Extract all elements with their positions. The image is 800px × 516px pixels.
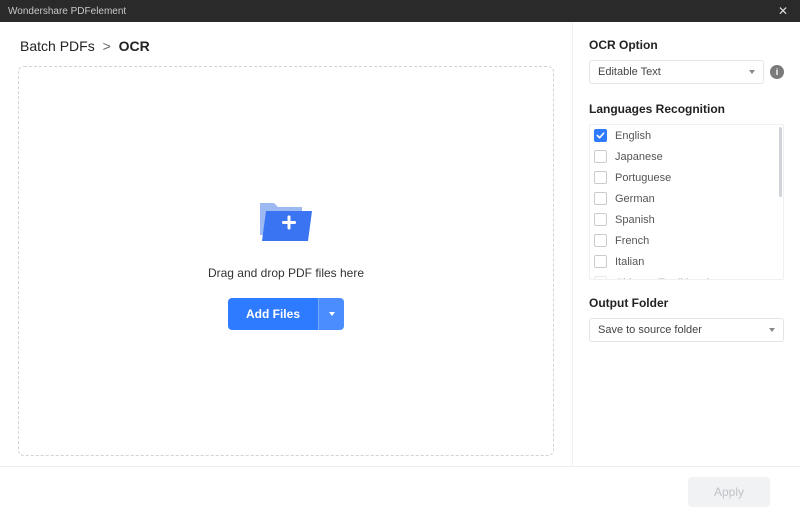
language-item[interactable]: Spanish	[590, 209, 783, 230]
language-item[interactable]: Japanese	[590, 146, 783, 167]
language-label: Italian	[615, 256, 644, 268]
add-files-group: Add Files	[228, 298, 344, 330]
language-label: Portuguese	[615, 172, 671, 184]
languages-title: Languages Recognition	[589, 102, 784, 116]
checkbox[interactable]	[594, 171, 607, 184]
language-item[interactable]: Italian	[590, 251, 783, 272]
language-item[interactable]: German	[590, 188, 783, 209]
right-panel: OCR Option Editable Text i Languages Rec…	[572, 22, 800, 466]
ocr-option-value: Editable Text	[598, 66, 661, 78]
add-folder-icon	[254, 193, 318, 250]
checkbox[interactable]	[594, 192, 607, 205]
language-label: Japanese	[615, 151, 663, 163]
language-label: Spanish	[615, 214, 655, 226]
left-panel: Batch PDFs > OCR Drag and drop PDF files…	[0, 22, 572, 466]
breadcrumb-separator: >	[103, 38, 111, 54]
close-icon[interactable]: ✕	[774, 4, 792, 18]
language-label: French	[615, 235, 649, 247]
content-area: Batch PDFs > OCR Drag and drop PDF files…	[0, 22, 800, 466]
apply-button[interactable]: Apply	[688, 477, 770, 507]
checkbox[interactable]	[594, 129, 607, 142]
checkbox[interactable]	[594, 150, 607, 163]
language-label: German	[615, 193, 655, 205]
add-files-button[interactable]: Add Files	[228, 298, 318, 330]
scrollbar[interactable]	[779, 127, 782, 197]
chevron-down-icon	[749, 70, 755, 74]
breadcrumb-parent[interactable]: Batch PDFs	[20, 38, 95, 54]
output-folder-select[interactable]: Save to source folder	[589, 318, 784, 342]
language-item[interactable]: Chinese Traditional	[590, 272, 783, 280]
info-icon[interactable]: i	[770, 65, 784, 79]
ocr-option-title: OCR Option	[589, 38, 784, 52]
languages-list: English Japanese Portuguese German Spanish Fr…	[589, 124, 784, 280]
language-label: English	[615, 130, 651, 142]
app-name: Wondershare PDFelement	[8, 6, 126, 17]
chevron-down-icon	[329, 312, 335, 316]
breadcrumb-current: OCR	[119, 38, 150, 54]
add-files-dropdown[interactable]	[318, 298, 344, 330]
dropzone[interactable]: Drag and drop PDF files here Add Files	[18, 66, 554, 456]
checkbox[interactable]	[594, 234, 607, 247]
chevron-down-icon	[769, 328, 775, 332]
breadcrumb: Batch PDFs > OCR	[18, 38, 554, 54]
output-folder-title: Output Folder	[589, 296, 784, 310]
footer: Apply	[0, 466, 800, 516]
ocr-option-select[interactable]: Editable Text	[589, 60, 764, 84]
dropzone-hint: Drag and drop PDF files here	[208, 266, 364, 280]
checkbox[interactable]	[594, 255, 607, 268]
language-item[interactable]: English	[590, 125, 783, 146]
language-label: Chinese Traditional	[615, 277, 709, 281]
language-item[interactable]: Portuguese	[590, 167, 783, 188]
language-item[interactable]: French	[590, 230, 783, 251]
checkbox[interactable]	[594, 276, 607, 280]
checkbox[interactable]	[594, 213, 607, 226]
titlebar: Wondershare PDFelement ✕	[0, 0, 800, 22]
output-folder-value: Save to source folder	[598, 324, 702, 336]
